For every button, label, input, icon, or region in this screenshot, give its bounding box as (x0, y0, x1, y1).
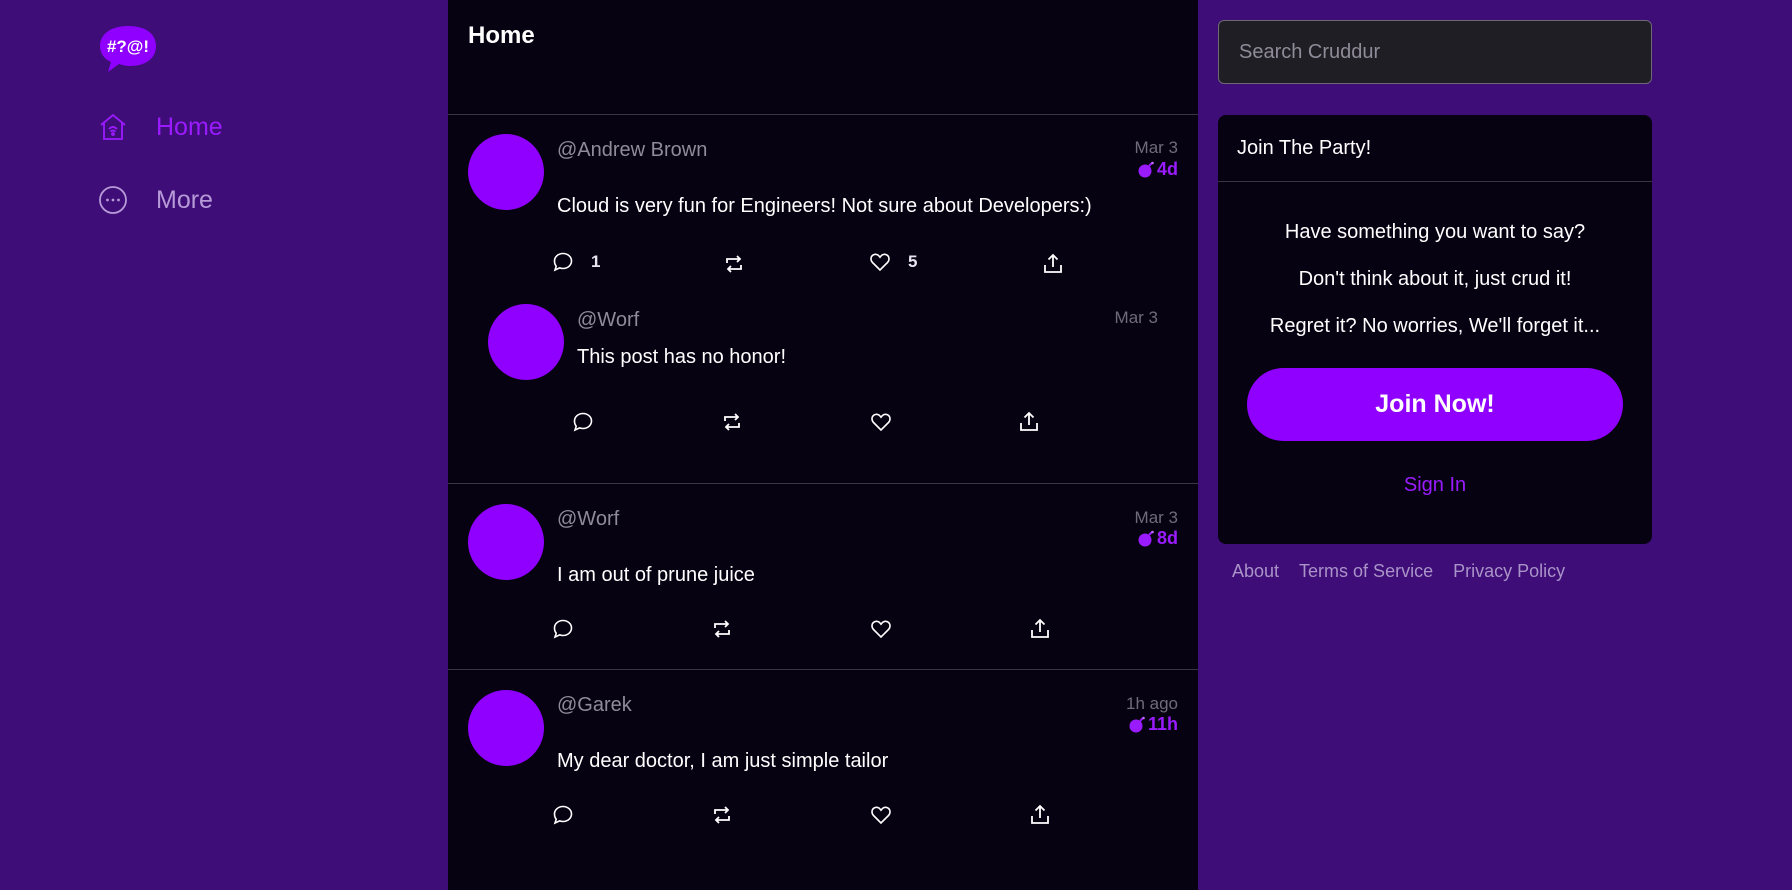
share-icon (1044, 253, 1062, 273)
post-expiry: 8d (1137, 528, 1178, 549)
join-panel-line: Regret it? No worries, We'll forget it..… (1269, 315, 1601, 337)
join-panel-line: Have something you want to say? (1284, 221, 1586, 243)
post-text: Cloud is very fun for Engineers! Not sur… (557, 195, 1092, 217)
footer-link-about[interactable]: About (1232, 561, 1279, 582)
heart-icon (871, 806, 891, 825)
heart-icon (871, 620, 891, 639)
reply-handle[interactable]: @Worf (577, 309, 639, 332)
reply-icon (573, 412, 593, 432)
post-text: I am out of prune juice (557, 564, 755, 586)
reply-button[interactable]: 1 (551, 250, 600, 274)
reply-avatar[interactable] (488, 304, 564, 380)
expiry-label: 4d (1156, 159, 1178, 179)
feed: Home @Andrew Brown Mar 3 4d Cloud is ver… (448, 0, 1198, 890)
share-button[interactable] (1028, 803, 1052, 827)
right-column: Join The Party! Have something you want … (1198, 0, 1792, 890)
repost-icon (726, 255, 742, 273)
left-nav: #?@! Home More (0, 0, 448, 890)
like-button[interactable] (869, 617, 893, 641)
nav-item-label: Home (156, 112, 223, 141)
more-icon (96, 183, 130, 217)
reply-text: This post has no honor! (577, 346, 787, 368)
expiry-label: 11h (1147, 714, 1178, 734)
join-panel-title: Join The Party! (1218, 115, 1652, 182)
cruddur-logo[interactable]: #?@! (98, 24, 158, 74)
reply-count: 1 (591, 252, 601, 271)
avatar[interactable] (468, 504, 544, 580)
logo-text: #?@! (107, 37, 149, 56)
reply-icon (553, 619, 573, 639)
reply-icon (553, 805, 573, 825)
repost-icon (714, 806, 730, 824)
reply-like-button[interactable] (869, 410, 893, 434)
avatar[interactable] (468, 690, 544, 766)
post-date: Mar 3 (1134, 138, 1178, 157)
like-button[interactable]: 5 (868, 250, 917, 274)
bomb-icon (1129, 716, 1145, 732)
post-expiry: 4d (1137, 159, 1178, 180)
nav-item-more[interactable]: More (96, 183, 213, 217)
heart-icon (871, 413, 891, 432)
home-icon (96, 110, 130, 144)
nav-item-home[interactable]: Home (96, 110, 223, 144)
reply-reply-button[interactable] (571, 410, 595, 434)
join-now-button[interactable]: Join Now! (1247, 368, 1623, 441)
join-panel-line: Don't think about it, just crud it! (1298, 268, 1572, 290)
share-icon (1031, 618, 1049, 638)
post-handle[interactable]: @Garek (557, 694, 632, 717)
repost-icon (724, 413, 740, 431)
like-button[interactable] (869, 803, 893, 827)
share-icon (1020, 411, 1038, 431)
post-handle[interactable]: @Andrew Brown (557, 139, 707, 162)
reply-button[interactable] (551, 617, 575, 641)
feed-header: Home (448, 0, 1198, 115)
post[interactable]: @Garek 1h ago 11h My dear doctor, I am j… (448, 670, 1198, 890)
sign-in-link[interactable]: Sign In (1218, 474, 1652, 497)
post[interactable]: @Worf Mar 3 8d I am out of prune juice (448, 484, 1198, 670)
reply-button[interactable] (551, 803, 575, 827)
repost-button[interactable] (710, 617, 734, 641)
bomb-icon (1138, 530, 1154, 546)
footer-link-privacy[interactable]: Privacy Policy (1453, 561, 1565, 582)
reply-icon (553, 252, 573, 272)
footer-links: About Terms of Service Privacy Policy (1232, 561, 1565, 582)
post-date: 1h ago (1126, 694, 1178, 713)
page-title: Home (468, 22, 535, 49)
like-count: 5 (908, 252, 918, 271)
search-input[interactable] (1218, 20, 1652, 84)
post-date: Mar 3 (1134, 508, 1178, 527)
post-handle[interactable]: @Worf (557, 508, 619, 531)
reply-date: Mar 3 (1114, 308, 1158, 327)
repost-button[interactable] (722, 252, 746, 276)
post[interactable]: @Andrew Brown Mar 3 4d Cloud is very fun… (448, 115, 1198, 484)
nav-item-label: More (156, 185, 213, 214)
reply-repost-button[interactable] (720, 410, 744, 434)
share-button[interactable] (1028, 617, 1052, 641)
share-icon (1031, 804, 1049, 824)
avatar[interactable] (468, 134, 544, 210)
footer-link-terms[interactable]: Terms of Service (1299, 561, 1433, 582)
share-button[interactable] (1041, 252, 1065, 276)
expiry-label: 8d (1156, 528, 1178, 548)
post-text: My dear doctor, I am just simple tailor (557, 750, 889, 772)
repost-button[interactable] (710, 803, 734, 827)
reply-share-button[interactable] (1017, 410, 1041, 434)
repost-icon (714, 620, 730, 638)
heart-icon (870, 253, 890, 272)
post-expiry: 11h (1128, 714, 1178, 735)
join-panel: Join The Party! Have something you want … (1218, 115, 1652, 544)
bomb-icon (1138, 161, 1154, 177)
